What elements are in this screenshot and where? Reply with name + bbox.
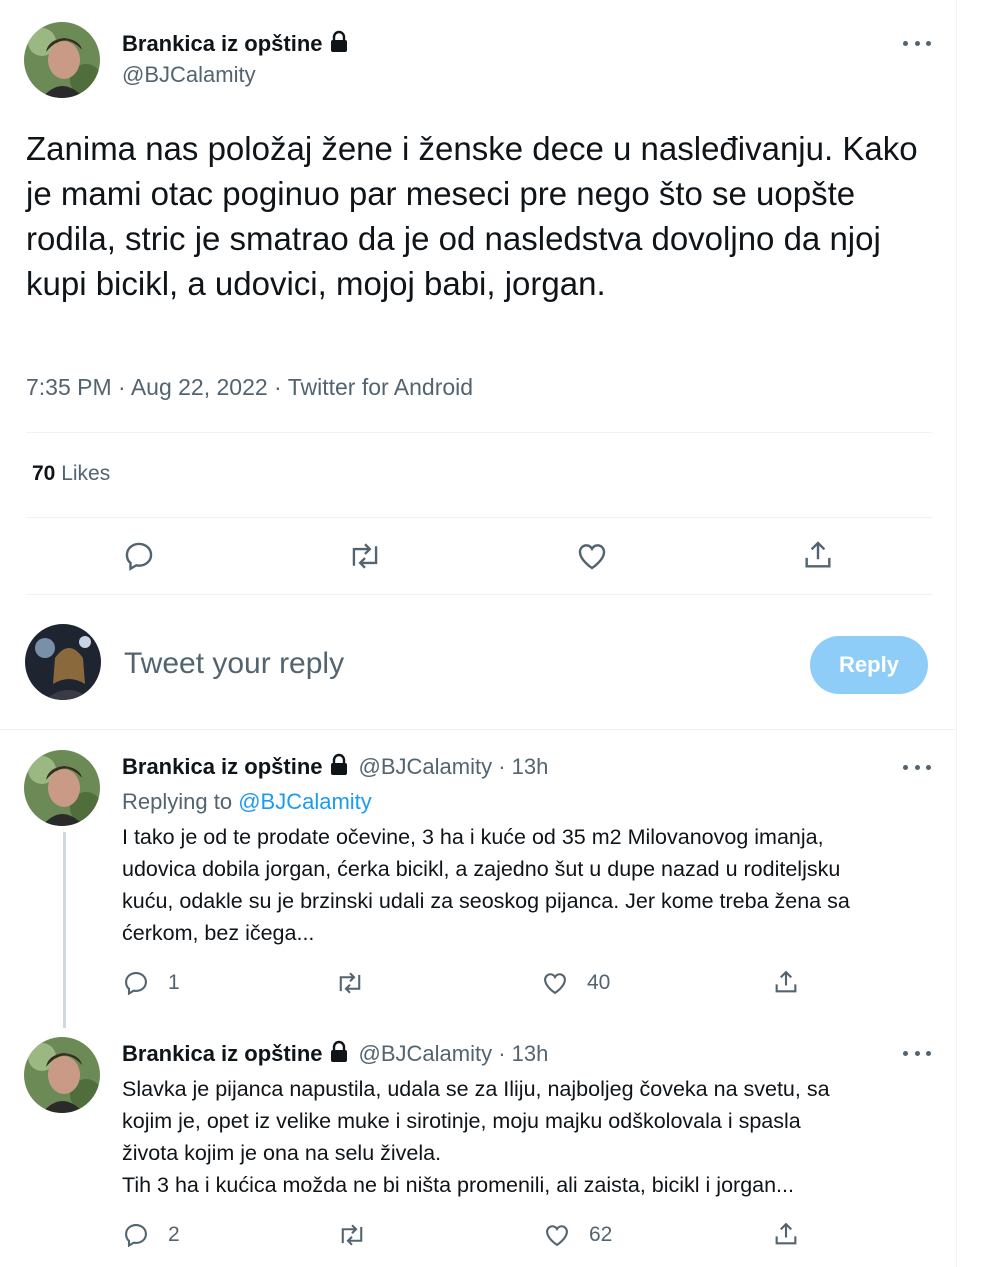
replying-to-link[interactable]: @BJCalamity [238,789,372,814]
reply-meta[interactable]: @BJCalamity · 13h [359,1041,549,1066]
tweet-meta[interactable]: 7:35 PM · Aug 22, 2022 · Twitter for And… [26,374,473,401]
retweet-icon [339,972,361,994]
reply-count: 2 [168,1223,180,1246]
user-avatar[interactable] [25,624,101,700]
share-icon [775,970,797,993]
lock-icon [330,1040,347,1062]
author-name[interactable]: Brankica iz opštine [122,30,351,57]
lock-icon [330,753,347,775]
retweet-icon [341,1224,363,1246]
more-icon[interactable] [903,762,931,772]
reply-icon [125,972,147,996]
reply-text: I tako je od te prodate očevine, 3 ha i … [122,825,850,945]
reply-submit-button[interactable]: Reply [810,636,928,694]
retweet-button[interactable] [337,1221,367,1249]
reply-text: Slavka je pijanca napustila, udala se za… [122,1077,830,1197]
reply-author-name-text[interactable]: Brankica iz opštine [122,1041,323,1066]
likes-count: 70 [32,462,56,485]
replying-to: Replying to @BJCalamity [122,789,372,815]
author-handle[interactable]: @BJCalamity [122,62,256,88]
like-count: 62 [589,1223,613,1246]
reply-count: 1 [168,971,180,994]
reply-button[interactable]: 2 [122,1221,180,1249]
replying-prefix: Replying to [122,789,233,814]
retweet-button[interactable] [335,969,365,997]
lock-icon [330,30,347,52]
heart-icon [546,1225,568,1247]
retweet-icon [352,543,378,569]
like-count: 40 [587,971,611,994]
more-icon[interactable] [903,1048,931,1058]
divider [26,432,932,433]
likes-label: Likes [61,462,111,485]
reply-author-avatar[interactable] [24,1037,100,1113]
heart-icon [578,544,606,570]
divider [26,594,932,595]
column-border [956,0,957,1267]
like-button[interactable] [575,539,609,573]
author-name-text[interactable]: Brankica iz opštine [122,31,323,56]
reply-button[interactable]: 1 [122,969,180,997]
author-avatar[interactable] [24,22,100,98]
divider [26,517,932,518]
reply-author-name[interactable]: Brankica iz opštine @BJCalamity · 13h [122,1040,548,1067]
reply-icon [125,1224,147,1248]
tweet-text: Zanima nas položaj žene i ženske dece u … [26,130,918,302]
reply-author-name-text[interactable]: Brankica iz opštine [122,754,323,779]
retweet-button[interactable] [347,539,383,573]
share-icon [805,541,831,568]
share-button[interactable] [772,1220,800,1248]
like-button[interactable]: 40 [541,969,610,997]
reply-button[interactable] [122,539,156,573]
reply-author-name[interactable]: Brankica iz opštine @BJCalamity · 13h [122,753,548,780]
share-button[interactable] [801,538,835,572]
reply-input[interactable]: Tweet your reply [124,647,344,681]
divider [0,729,956,730]
likes-stat[interactable]: 70 Likes [32,462,110,486]
share-button[interactable] [772,968,800,996]
share-icon [775,1222,797,1245]
more-icon[interactable] [903,38,931,48]
thread-line [63,832,66,1028]
heart-icon [544,973,566,995]
reply-icon [125,542,153,571]
reply-author-avatar[interactable] [24,750,100,826]
reply-meta[interactable]: @BJCalamity · 13h [359,754,549,779]
like-button[interactable]: 62 [543,1221,612,1249]
